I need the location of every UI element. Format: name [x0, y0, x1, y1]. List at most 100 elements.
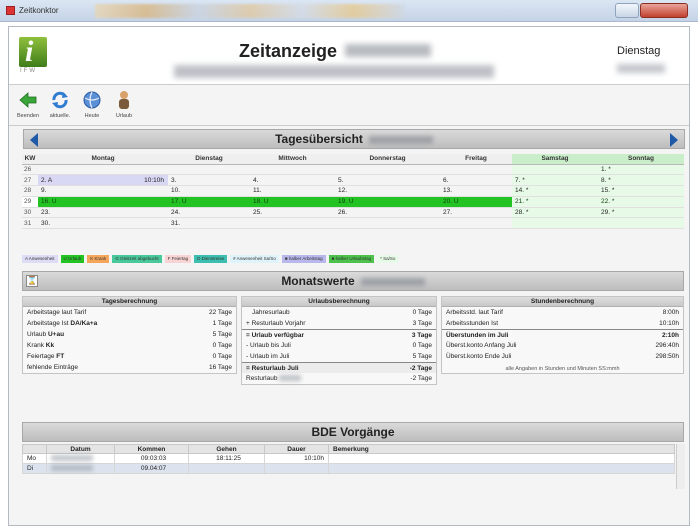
col-tuesday: Dienstag — [168, 154, 250, 165]
calc-row: Arbeitstage Ist DA/Ka+a 1 Tage — [27, 320, 232, 327]
day-cell[interactable]: 6. — [440, 174, 512, 187]
day-cell[interactable] — [335, 164, 440, 176]
day-cell[interactable]: 18. U — [250, 196, 335, 208]
legend: A Anwesenheit U Urlaub K Krank G Gleitze… — [22, 255, 684, 263]
calc-row: Resturlaub -2 Tage — [246, 375, 432, 382]
day-cell[interactable]: 15. * — [598, 185, 684, 197]
person-icon — [119, 91, 129, 109]
calc-row: - Urlaub im Juli 5 Tage — [246, 353, 432, 360]
day-cell[interactable]: 30. — [38, 217, 168, 230]
calc-row: + Resturlaub Vorjahr 3 Tage — [246, 320, 432, 327]
bde-table: Datum Kommen Gehen Dauer Bemerkung Mo 09… — [22, 444, 675, 474]
minimize-button[interactable] — [615, 3, 639, 18]
day-cell[interactable]: 1. * — [598, 164, 684, 176]
vacation-button[interactable]: Urlaub — [109, 88, 139, 122]
col-friday: Freitag — [440, 154, 512, 165]
today-button[interactable]: Heute — [77, 88, 107, 122]
refresh-icon — [52, 91, 68, 109]
day-cell[interactable]: 8. * — [598, 174, 684, 187]
day-cell[interactable]: 3. — [168, 174, 250, 187]
day-overview-bar: Tagesübersicht — [23, 129, 685, 149]
calc-row: Krank Kk 0 Tage — [27, 342, 232, 349]
col-come: Kommen — [114, 444, 189, 454]
day-cell[interactable]: 21. * — [512, 196, 598, 208]
window-title: Zeitkonktor — [19, 6, 59, 15]
day-cell[interactable] — [250, 217, 335, 230]
col-monday: Montag — [38, 154, 168, 165]
day-cell[interactable]: 25. — [250, 207, 335, 219]
day-cell[interactable] — [512, 217, 598, 230]
day-cell[interactable] — [598, 217, 684, 230]
day-cell[interactable] — [440, 217, 512, 230]
close-button[interactable] — [640, 3, 688, 18]
legend-item: U Urlaub — [60, 255, 85, 263]
week-row: 28 9. 10. 11. 12. 13. 14. * 15. * — [22, 185, 684, 197]
day-cell[interactable]: 17. U — [168, 196, 250, 208]
day-cell[interactable] — [168, 164, 250, 176]
refresh-button[interactable]: aktuelle. — [45, 88, 75, 122]
day-cell[interactable]: 26. — [335, 207, 440, 219]
week-row: 26 1. * — [22, 164, 684, 176]
day-cell[interactable]: 12. — [335, 185, 440, 197]
bde-title: BDE Vorgänge — [311, 425, 395, 439]
col-kw: KW — [22, 154, 38, 165]
legend-item: # Anwesenheit Sa/So — [230, 255, 279, 263]
day-cell[interactable]: 27. — [440, 207, 512, 219]
day-cell[interactable]: 28. * — [512, 207, 598, 219]
calc-row: Arbeitsstunden Ist 10:10h — [446, 320, 679, 327]
col-date: Datum — [46, 444, 115, 454]
day-calendar: KW Montag Dienstag Mittwoch Donnerstag F… — [22, 154, 684, 230]
week-row: 27 2. A 10:10h 3. 4. 5. 6. 7. * 8. * — [22, 174, 684, 187]
week-row: 31 30. 31. — [22, 217, 684, 230]
vacation-calc-title: Urlaubsberechnung — [242, 297, 436, 307]
exit-arrow-icon — [19, 92, 37, 108]
legend-item: * Sa/So — [377, 255, 399, 263]
day-cell[interactable]: 9. — [38, 185, 168, 197]
hours-note: alle Angaben in Stunden und Minuten SS:m… — [505, 366, 620, 372]
day-cell[interactable]: 29. * — [598, 207, 684, 219]
calc-row: Arbeitsstd. laut Tarif 8:00h — [446, 309, 679, 316]
day-cell[interactable] — [335, 217, 440, 230]
day-cell[interactable]: 23. — [38, 207, 168, 219]
day-cell[interactable] — [512, 164, 598, 176]
next-month-arrow-icon[interactable] — [667, 132, 681, 148]
month-values-bar: Monatswerte — [22, 271, 684, 291]
day-cell[interactable] — [38, 164, 168, 176]
day-cell[interactable]: 22. * — [598, 196, 684, 208]
day-cell[interactable]: 16. U — [38, 196, 168, 208]
day-cell[interactable]: 13. — [440, 185, 512, 197]
bde-scrollbar[interactable] — [676, 444, 685, 489]
col-wednesday: Mittwoch — [250, 154, 335, 165]
col-duration: Dauer — [264, 444, 329, 454]
day-cell[interactable]: 31. — [168, 217, 250, 230]
day-cell[interactable]: 11. — [250, 185, 335, 197]
day-calc-panel: Tagesberechnung Arbeitstage laut Tarif 22… — [22, 296, 237, 374]
day-cell[interactable] — [250, 164, 335, 176]
date-blur — [617, 64, 665, 73]
prev-month-arrow-icon[interactable] — [27, 132, 41, 148]
calc-row: Überst.konto Ende Juli 298:50h — [446, 353, 679, 360]
week-row: 30 23. 24. 25. 26. 27. 28. * 29. * — [22, 207, 684, 219]
day-cell[interactable]: 4. — [250, 174, 335, 187]
exit-button[interactable]: Beenden — [13, 88, 43, 122]
legend-item: G Gleitzeit abgebucht — [112, 255, 162, 263]
globe-icon — [83, 91, 101, 109]
hourglass-icon[interactable]: ⌛ — [26, 275, 38, 287]
day-cell[interactable]: 20. U — [440, 196, 512, 208]
calc-row: Arbeitstage laut Tarif 22 Tage — [27, 309, 232, 316]
table-row[interactable]: Di 09.04:07 — [22, 463, 675, 474]
day-cell[interactable]: 24. — [168, 207, 250, 219]
bde-bar: BDE Vorgänge — [22, 422, 684, 442]
day-cell[interactable]: 5. — [335, 174, 440, 187]
month-values-title: Monatswerte — [281, 274, 355, 288]
table-row[interactable]: Mo 09:03:03 18:11:25 10:10h — [22, 453, 675, 464]
day-cell[interactable] — [440, 164, 512, 176]
calc-row: = Urlaub verfügbar 3 Tage — [242, 329, 436, 340]
day-cell[interactable]: 14. * — [512, 185, 598, 197]
calc-row: Urlaub U+au 5 Tage — [27, 331, 232, 338]
day-cell[interactable]: 2. A 10:10h — [38, 174, 168, 187]
day-cell[interactable]: 10. — [168, 185, 250, 197]
day-cell[interactable]: 19. U — [335, 196, 440, 208]
page-title: Zeitanzeige — [239, 41, 338, 61]
day-cell[interactable]: 7. * — [512, 174, 598, 187]
